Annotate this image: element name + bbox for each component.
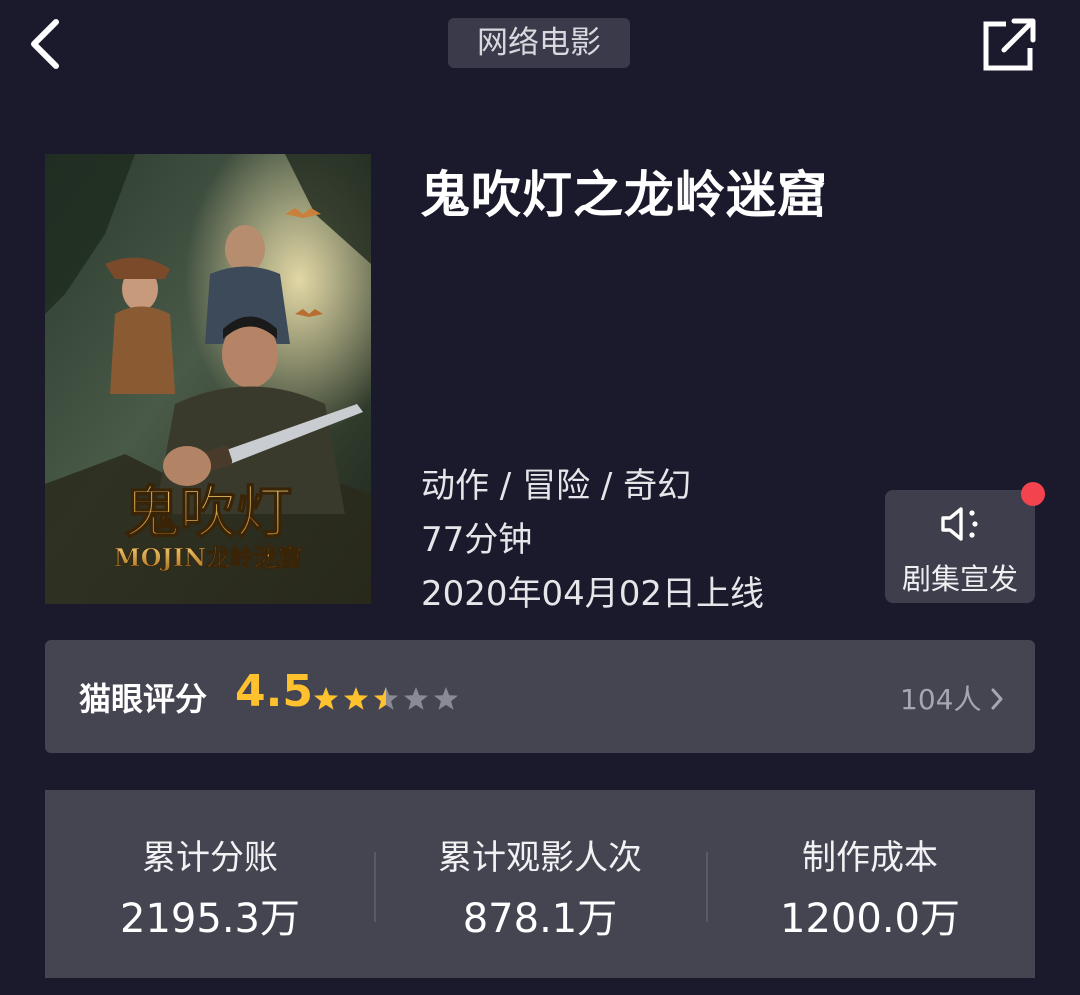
stats-panel: 累计分账 2195.3万 累计观影人次 878.1万 制作成本 1200.0万: [45, 790, 1035, 978]
share-external-icon: [983, 18, 1036, 71]
back-button[interactable]: [22, 14, 74, 74]
movie-duration: 77分钟: [421, 520, 533, 560]
stat-label: 累计观影人次: [438, 838, 642, 878]
share-button[interactable]: [978, 14, 1040, 74]
star-icon: [314, 687, 338, 710]
rating-stars: [314, 687, 458, 710]
star-empty-icon: [404, 687, 428, 710]
stat-value: 878.1万: [462, 896, 618, 942]
movie-title: 鬼吹灯之龙岭迷窟: [420, 166, 828, 224]
promo-button[interactable]: 剧集宣发: [885, 490, 1035, 603]
stat-label: 累计分账: [142, 838, 278, 878]
promo-label: 剧集宣发: [901, 562, 1018, 596]
movie-release-date: 2020年04月02日上线: [421, 574, 765, 614]
stat-total-viewers: 累计观影人次 878.1万: [375, 790, 705, 978]
speaker-icon: [941, 507, 978, 541]
chevron-left-icon: [31, 19, 59, 69]
poster-title-art: 鬼吹灯: [124, 480, 292, 546]
star-empty-icon: [434, 687, 458, 710]
stat-total-revenue: 累计分账 2195.3万: [45, 790, 375, 978]
movie-detail-page: 网络电影 鬼吹灯 MOJIN龙岭迷窟 鬼吹灯之龙岭迷窟 动作 / 冒险 / 奇幻…: [0, 0, 1080, 995]
movie-genres: 动作 / 冒险 / 奇幻: [421, 466, 692, 506]
star-icon: [344, 687, 368, 710]
stat-production-cost: 制作成本 1200.0万: [705, 790, 1035, 978]
rating-count: 104人: [900, 683, 982, 716]
rating-bar[interactable]: 猫眼评分 4.5 104人: [45, 640, 1035, 753]
stat-label: 制作成本: [802, 838, 938, 878]
movie-poster[interactable]: 鬼吹灯 MOJIN龙岭迷窟: [45, 154, 371, 604]
star-half-icon: [374, 687, 398, 710]
poster-subtitle-art: MOJIN龙岭迷窟: [114, 543, 302, 572]
stat-value: 2195.3万: [120, 896, 300, 942]
rating-score: 4.5: [235, 666, 313, 717]
chevron-right-icon: [991, 688, 1003, 710]
notification-dot: [1021, 482, 1045, 506]
category-tag: 网络电影: [448, 18, 630, 68]
rating-label: 猫眼评分: [79, 680, 208, 718]
stat-value: 1200.0万: [780, 896, 960, 942]
